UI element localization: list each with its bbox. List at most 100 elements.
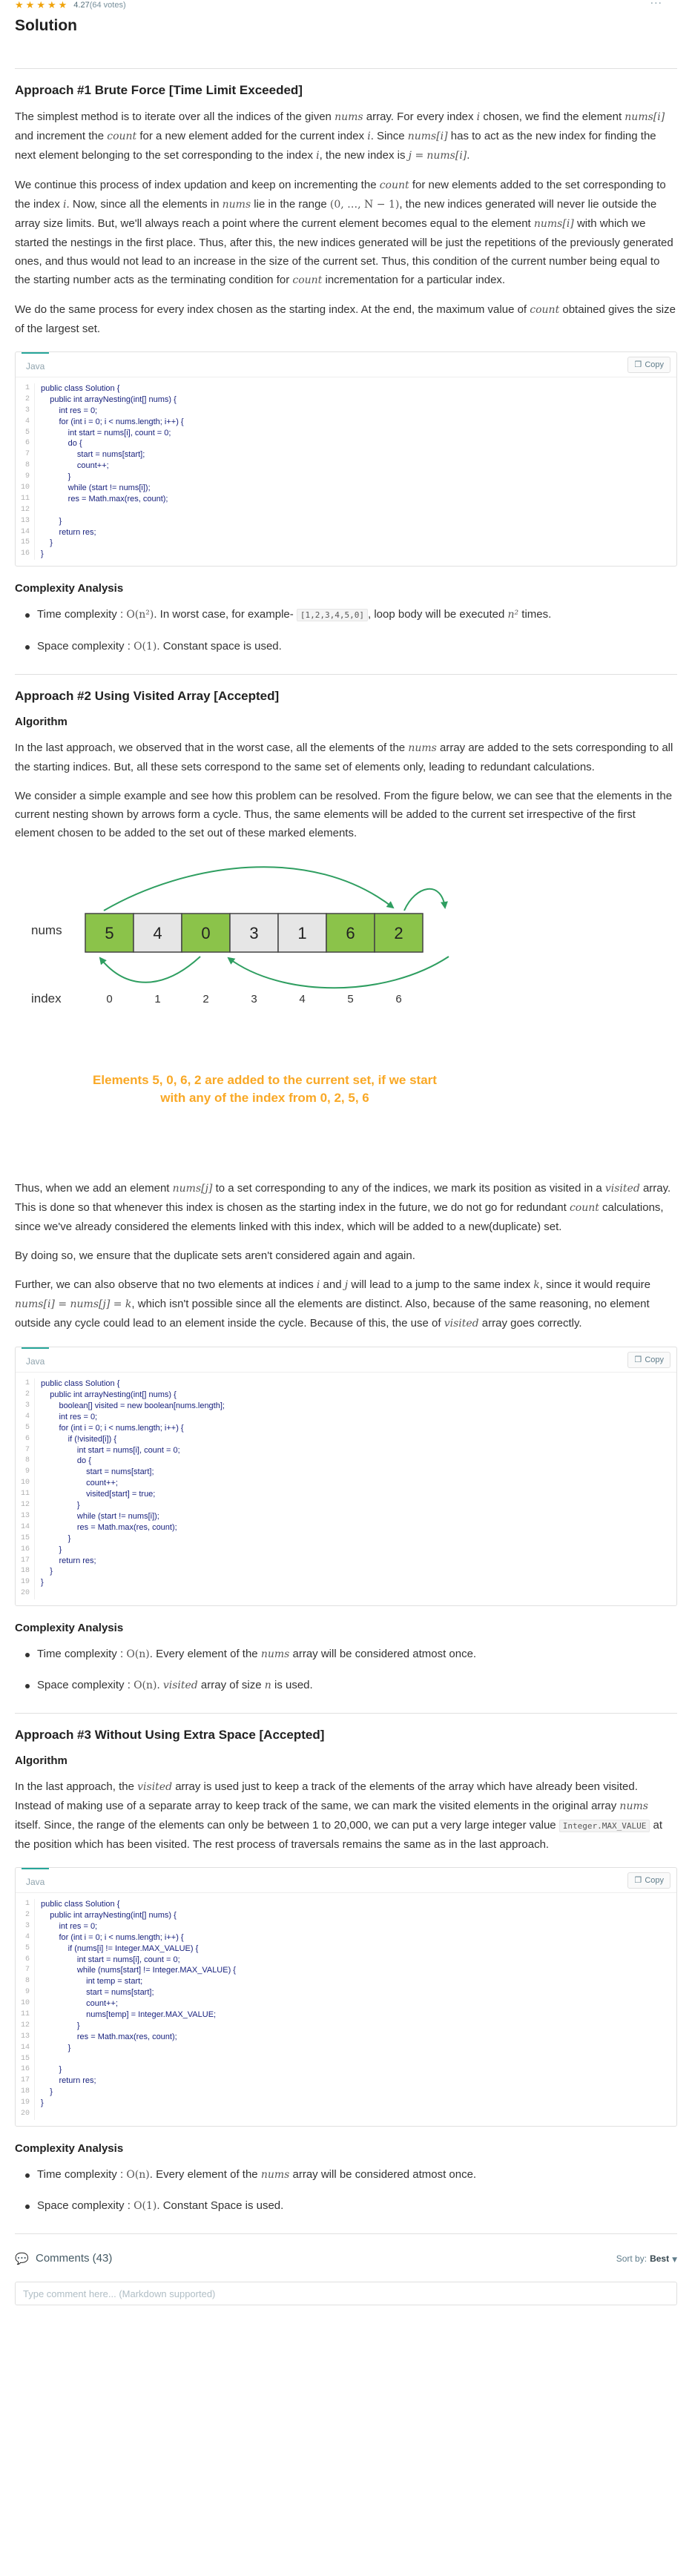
line-number: 8 [24,1456,30,1465]
line-number: 6 [24,439,30,448]
more-options-icon[interactable]: ··· [650,0,662,10]
line-number: 18 [20,2087,30,2096]
code-line: do { [41,439,82,449]
array-cell-value: 0 [201,924,210,942]
line-number: 5 [24,1943,30,1952]
code-line: int res = 0; [41,406,98,415]
code-line: } [41,472,71,482]
array-index: 0 [106,993,112,1005]
code-block-approach-3: Java ❐ Copy 1 2 3 4 5 6 7 8 9 10 11 12 13 14 15 16 17 18 19… [15,1867,677,2127]
copy-button[interactable]: ❐ Copy [627,1352,670,1369]
star-icon[interactable]: ★ [59,0,67,11]
array-index: 3 [251,993,257,1005]
line-number: 15 [20,538,30,547]
complexity-heading: Complexity Analysis [15,1622,124,1635]
line-number: 15 [20,2054,30,2063]
solution-page: ★ ★ ★ ★ ★ 4.27 (64 votes) ··· Solution A… [0,0,692,2305]
copy-label: Copy [645,1355,664,1365]
rating-stars[interactable]: ★ ★ ★ ★ ★ 4.27 (64 votes) [15,0,126,11]
copy-icon: ❐ [634,1355,642,1365]
algorithm-heading: Algorithm [15,1754,67,1768]
code-lines: public class Solution { public int array… [35,1378,225,1599]
star-icon[interactable]: ★ [15,0,24,11]
code-line: public class Solution { [41,1900,120,1909]
code-line: start = nums[start]; [41,1467,154,1477]
line-number: 16 [20,549,30,558]
code-line: start = nums[start]; [41,1988,154,1998]
space-complexity: Space complexity : O(1). Constant Space … [15,2198,677,2214]
code-line: } [41,2043,71,2052]
star-icon[interactable]: ★ [36,0,45,11]
code-toolbar: Java ❐ Copy [16,352,676,377]
code-line: } [41,1567,53,1576]
time-complexity: Time complexity : O(n). Every element of… [15,1646,677,1662]
star-icon[interactable]: ★ [47,0,56,11]
copy-label: Copy [645,1876,664,1886]
line-number: 5 [24,1423,30,1432]
code-line: } [41,2098,44,2108]
code-line: } [41,2065,62,2075]
language-tab[interactable]: Java [22,352,50,377]
nesting-diagram: nums 5 4 0 3 1 6 2 index 0 1 2 3 4 5 6 Elements 5, 0… [31,866,449,1105]
language-tab[interactable]: Java [22,1347,50,1373]
line-number: 4 [24,1932,30,1941]
language-tab[interactable]: Java [22,1868,50,1893]
code-line: res = Math.max(res, count); [41,1522,177,1532]
array-index: 6 [395,993,401,1005]
divider [15,674,677,676]
line-number: 8 [24,461,30,470]
line-number: 17 [20,1556,30,1565]
page-title: Solution [15,17,77,34]
line-number: 5 [24,428,30,437]
approach-1-heading: Approach #1 Brute Force [Time Limit Exce… [15,83,303,97]
code-block-approach-2: Java ❐ Copy 1 2 3 4 5 6 7 8 9 10 11 12 13 14 15 16 17 18 19… [15,1347,677,1607]
code-line: } [41,549,44,559]
code-line: visited[start] = true; [41,1490,156,1499]
code-line: while (nums[start] != Integer.MAX_VALUE)… [41,1966,236,1975]
code-line: } [41,1545,62,1554]
space-complexity: Space complexity : O(n). visited array o… [15,1677,677,1694]
array-index: 5 [347,993,353,1005]
code-line: } [41,516,62,526]
copy-button[interactable]: ❐ Copy [627,1872,670,1889]
sort-value: Best [650,2253,670,2264]
complexity-list: Time complexity : O(n). Every element of… [15,2167,677,2214]
code-line: int start = nums[i], count = 0; [41,1955,180,1964]
complexity-list: Time complexity : O(n²). In worst case, … [15,607,677,655]
code-line: } [41,538,53,548]
star-icon[interactable]: ★ [26,0,35,11]
code-toolbar: Java ❐ Copy [16,1868,676,1894]
line-number: 3 [24,1921,30,1930]
copy-button[interactable]: ❐ Copy [627,357,670,373]
index-row-label: index [31,991,62,1005]
line-number: 8 [24,1977,30,1986]
chevron-down-icon: ▼ [672,2256,677,2264]
line-number: 13 [20,1511,30,1520]
approach-1-paragraph-1: The simplest method is to iterate over a… [15,110,665,162]
code-line: for (int i = 0; i < nums.length; i++) { [41,417,184,426]
approach-2-paragraph-3: Thus, when we add an element nums[j] to … [15,1182,671,1234]
code-line: } [41,1501,80,1510]
array-index: 4 [299,993,305,1005]
line-number: 2 [24,1910,30,1919]
line-number: 3 [24,1401,30,1410]
line-number: 7 [24,450,30,459]
line-number: 10 [20,1479,30,1487]
line-number: 6 [24,1434,30,1443]
comment-input[interactable]: Type comment here... (Markdown supported… [15,2281,677,2305]
comment-icon: 💬 [15,2251,29,2265]
line-number: 15 [20,1533,30,1542]
line-number: 12 [20,505,30,514]
code-line: res = Math.max(res, count); [41,2032,177,2041]
code-line: while (start != nums[i]); [41,483,151,493]
code-line: public int arrayNesting(int[] nums) { [41,1390,177,1400]
sort-dropdown[interactable]: Sort by: Best ▼ [616,2253,677,2264]
divider [15,1713,677,1714]
code-toolbar: Java ❐ Copy [16,1347,676,1373]
code-line: public class Solution { [41,1379,120,1389]
line-number: 2 [24,394,30,403]
line-number: 17 [20,2076,30,2085]
line-number: 1 [24,1379,30,1388]
approach-2-paragraph-1: In the last approach, we observed that i… [15,742,673,774]
code-line: start = nums[start]; [41,450,145,460]
